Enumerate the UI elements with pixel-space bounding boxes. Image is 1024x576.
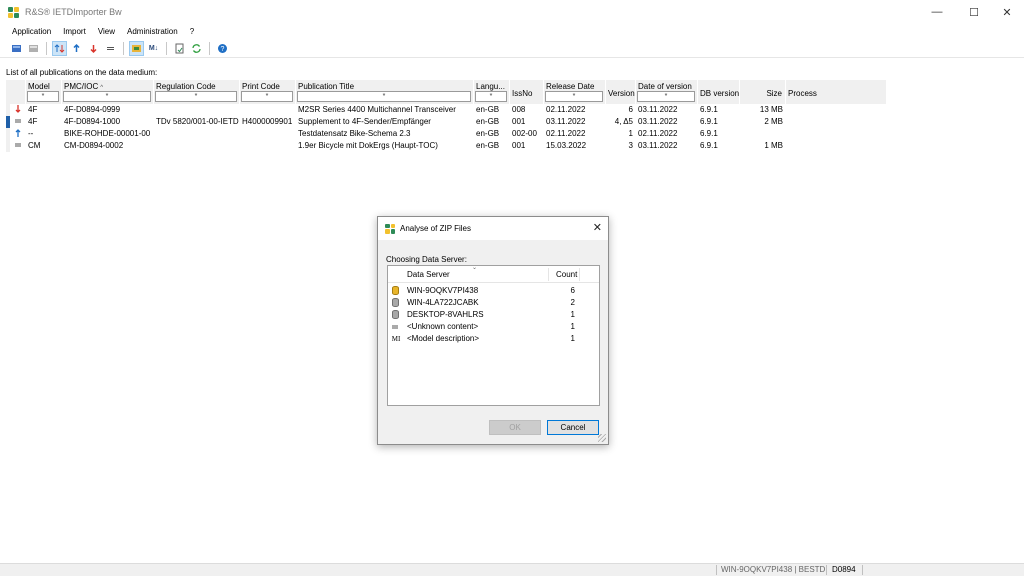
report-icon[interactable] (172, 41, 187, 56)
db-gray-icon (390, 310, 400, 320)
header-db-version[interactable]: DB version (698, 80, 740, 104)
list-item[interactable]: MI <Model description> 1 (388, 333, 599, 345)
list-item[interactable]: DESKTOP-8VAHLRS 1 (388, 309, 599, 321)
window-title: R&S® IETDImporter Bw (25, 7, 122, 17)
db-gray-icon (390, 298, 400, 308)
choosing-server-label: Choosing Data Server: (386, 255, 467, 264)
svg-text:?: ? (221, 46, 225, 53)
toolbar-separator (166, 42, 167, 55)
header-pmc[interactable]: PMC/IOC ^ * (62, 80, 154, 104)
analyse-zip-dialog: Analyse of ZIP Files ✕ Choosing Data Ser… (377, 216, 609, 445)
filter-language[interactable]: * (475, 91, 507, 102)
header-date-of-version[interactable]: Date of version * (636, 80, 698, 104)
status-separator (826, 565, 827, 575)
col-count[interactable]: Count (556, 266, 577, 283)
unknown-icon (390, 322, 400, 332)
menu-help[interactable]: ? (184, 24, 200, 39)
row-marker (6, 128, 10, 140)
status-separator (716, 565, 717, 575)
header-release-date[interactable]: Release Date * (544, 80, 606, 104)
table-row[interactable]: 4F 4F-D0894-1000 TDv 5820/001-00-IETD H4… (6, 116, 886, 128)
equals-icon[interactable] (103, 41, 118, 56)
column-divider (579, 268, 580, 281)
table-row[interactable]: CM CM-D0894-0002 1.9er Bicycle mit DokEr… (6, 140, 886, 152)
dialog-title-bar: Analyse of ZIP Files ✕ (378, 217, 608, 240)
list-item[interactable]: WIN-9OQKV7PI438 6 (388, 285, 599, 297)
menu-administration[interactable]: Administration (121, 24, 184, 39)
row-marker (6, 116, 10, 128)
database-icon[interactable] (9, 41, 24, 56)
title-bar: R&S® IETDImporter Bw — ☐ ✕ (0, 0, 1024, 24)
header-status (6, 80, 26, 104)
header-regulation-code[interactable]: Regulation Code * (154, 80, 240, 104)
table-row[interactable]: 4F 4F-D0894-0999 M2SR Series 4400 Multic… (6, 104, 886, 116)
toolbar: M↓ ? (0, 40, 1024, 58)
sort-desc-icon: ⌄ (472, 265, 478, 271)
status-bar: WIN-9OQKV7PI438 | BESTD D0894 (0, 563, 1024, 576)
arrow-down-red-icon[interactable] (86, 41, 101, 56)
toolbar-separator (46, 42, 47, 55)
filter-date-of-version[interactable]: * (637, 91, 695, 102)
toolbar-separator (209, 42, 210, 55)
status-code: D0894 (832, 565, 856, 574)
db-yellow-icon (390, 286, 400, 296)
ml-icon[interactable]: M↓ (146, 41, 161, 56)
list-item[interactable]: WIN-4LA722JCABK 2 (388, 297, 599, 309)
arrow-up-blue-icon[interactable] (69, 41, 84, 56)
ok-button[interactable]: OK (489, 420, 541, 435)
menu-application[interactable]: Application (6, 24, 57, 39)
minimize-button[interactable]: — (920, 0, 954, 24)
model-view-icon[interactable] (129, 41, 144, 56)
filter-model[interactable]: * (27, 91, 59, 102)
menu-bar: Application Import View Administration ? (0, 24, 1024, 39)
resize-grip[interactable] (598, 434, 606, 442)
header-publication-title[interactable]: Publication Title * (296, 80, 474, 104)
publications-table: Model * PMC/IOC ^ * Regulation Code * Pri… (6, 80, 886, 152)
filter-release-date[interactable]: * (545, 91, 603, 102)
sort-updown-icon[interactable] (52, 41, 67, 56)
list-header: Data Server ⌄ Count (388, 265, 599, 283)
header-model[interactable]: Model * (26, 80, 62, 104)
menu-import[interactable]: Import (57, 24, 92, 39)
maximize-button[interactable]: ☐ (957, 0, 991, 24)
status-server: WIN-9OQKV7PI438 | BESTD (721, 565, 826, 574)
help-icon[interactable]: ? (215, 41, 230, 56)
model-icon: MI (391, 335, 401, 343)
menu-view[interactable]: View (92, 24, 121, 39)
toolbar-separator (123, 42, 124, 55)
publications-list-label: List of all publications on the data med… (6, 68, 158, 77)
database-gray-icon[interactable] (26, 41, 41, 56)
col-data-server[interactable]: Data Server (407, 266, 450, 283)
refresh-icon[interactable] (189, 41, 204, 56)
equals-icon (13, 140, 23, 152)
app-logo-icon (385, 223, 395, 234)
row-marker (6, 140, 10, 152)
cancel-button[interactable]: Cancel (547, 420, 599, 435)
filter-publication-title[interactable]: * (297, 91, 471, 102)
app-logo-icon (8, 6, 19, 18)
filter-print-code[interactable]: * (241, 91, 293, 102)
header-version[interactable]: Version (606, 80, 636, 104)
arrow-down-red-icon (13, 104, 23, 116)
header-size[interactable]: Size (740, 80, 786, 104)
filter-regulation-code[interactable]: * (155, 91, 237, 102)
arrow-up-blue-icon (13, 128, 23, 140)
row-marker (6, 104, 10, 116)
dialog-close-icon[interactable]: ✕ (593, 221, 602, 234)
list-item[interactable]: <Unknown content> 1 (388, 321, 599, 333)
filter-pmc[interactable]: * (63, 91, 151, 102)
column-divider (548, 268, 549, 281)
equals-icon (13, 116, 23, 128)
header-issno[interactable]: IssNo (510, 80, 544, 104)
header-print-code[interactable]: Print Code * (240, 80, 296, 104)
table-row[interactable]: -- BIKE-ROHDE-00001-00 Testdatensatz Bik… (6, 128, 886, 140)
dialog-title: Analyse of ZIP Files (400, 224, 471, 233)
header-process[interactable]: Process (786, 80, 886, 104)
header-language[interactable]: Langu... * (474, 80, 510, 104)
close-button[interactable]: ✕ (990, 0, 1024, 24)
data-server-list[interactable]: Data Server ⌄ Count WIN-9OQKV7PI438 6 WI… (387, 265, 600, 406)
status-separator (862, 565, 863, 575)
table-header: Model * PMC/IOC ^ * Regulation Code * Pri… (6, 80, 886, 104)
